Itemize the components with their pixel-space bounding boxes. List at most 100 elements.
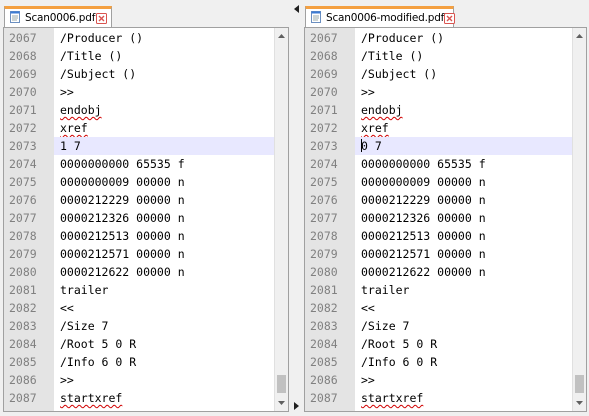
code-line[interactable]: 2074 0000000000 65535 f [4, 155, 274, 173]
line-text: 0000000009 00000 n [361, 175, 486, 189]
line-text: 0000212513 00000 n [60, 229, 185, 243]
left-tab-bar: Scan0006.pdf [0, 0, 292, 27]
pane-splitter[interactable] [292, 0, 301, 416]
right-tab-bar: Scan0006-modified.pdf [301, 0, 589, 27]
line-number: 2081 [305, 281, 355, 299]
line-text: 0000212229 00000 n [60, 193, 185, 207]
line-text: startxref [60, 391, 123, 405]
code-line[interactable]: 2075 0000000009 00000 n [4, 173, 274, 191]
line-text: xref [60, 121, 88, 135]
code-line[interactable]: 2071 endobj [4, 101, 274, 119]
line-number: 2067 [305, 29, 355, 47]
scroll-down-arrow-icon[interactable] [573, 395, 586, 411]
code-line[interactable]: 2073 1 7 [4, 137, 274, 155]
close-icon[interactable] [444, 12, 456, 24]
line-number: 2086 [4, 371, 54, 389]
code-line[interactable]: 2080 0000212622 00000 n [4, 263, 274, 281]
code-line[interactable]: 2083/Size 7 [4, 317, 274, 335]
code-line[interactable]: 2070 >> [305, 83, 572, 101]
scroll-up-arrow-icon[interactable] [275, 28, 288, 44]
code-line[interactable]: 2082 << [305, 299, 572, 317]
left-editor-pane: Scan0006.pdf 2067/Producer () 2068/Title … [0, 0, 292, 416]
code-line[interactable]: 2076 0000212229 00000 n [305, 191, 572, 209]
code-line[interactable]: 2079 0000212571 00000 n [4, 245, 274, 263]
line-number: 2068 [305, 47, 355, 65]
code-line[interactable]: 2067/Producer () [4, 29, 274, 47]
code-line[interactable]: 2072 xref [4, 119, 274, 137]
code-line[interactable]: 2085/Info 6 0 R [305, 353, 572, 371]
line-text: 0000212622 00000 n [60, 265, 185, 279]
code-line[interactable]: 2081 trailer [4, 281, 274, 299]
line-number: 2072 [305, 119, 355, 137]
line-text: << [60, 301, 74, 315]
code-line[interactable]: 2087 startxref [305, 389, 572, 407]
tab-scan0006[interactable]: Scan0006.pdf [4, 6, 112, 27]
code-line[interactable]: 2082 << [4, 299, 274, 317]
line-text: 0000212326 00000 n [60, 211, 185, 225]
code-line[interactable]: 2084/Root 5 0 R [4, 335, 274, 353]
code-line[interactable]: 2067/Producer () [305, 29, 572, 47]
line-number: 2082 [4, 299, 54, 317]
line-number: 2076 [305, 191, 355, 209]
code-line[interactable]: 2083/Size 7 [305, 317, 572, 335]
code-line[interactable]: 2086 >> [305, 371, 572, 389]
code-line[interactable]: 2068/Title () [305, 47, 572, 65]
line-text: 0000212571 00000 n [60, 247, 185, 261]
scroll-up-arrow-icon[interactable] [573, 28, 586, 44]
scrollbar-thumb[interactable] [575, 375, 584, 393]
line-text: 1 7 [60, 139, 81, 153]
code-line[interactable]: 2085/Info 6 0 R [4, 353, 274, 371]
scrollbar-thumb[interactable] [277, 375, 286, 393]
scroll-down-arrow-icon[interactable] [275, 395, 288, 411]
line-number: 2084 [4, 335, 54, 353]
code-line[interactable]: 2073 0 7 [305, 137, 572, 155]
code-line[interactable]: 2087 startxref [4, 389, 274, 407]
line-text: 0000212326 00000 n [361, 211, 486, 225]
notepad-file-icon [309, 9, 323, 28]
code-line[interactable]: 2078 0000212513 00000 n [305, 227, 572, 245]
tab-scan0006-modified[interactable]: Scan0006-modified.pdf [305, 6, 456, 28]
code-line[interactable]: 2077 0000212326 00000 n [4, 209, 274, 227]
code-line[interactable]: 2070 >> [4, 83, 274, 101]
line-number: 2074 [4, 155, 54, 173]
right-text-editor[interactable]: 2067/Producer () 2068/Title () 2069/Subjec… [304, 27, 587, 412]
text-caret [361, 139, 362, 152]
line-number: 2087 [4, 389, 54, 407]
code-line[interactable]: 2080 0000212622 00000 n [305, 263, 572, 281]
line-number: 2084 [305, 335, 355, 353]
close-icon[interactable] [96, 12, 107, 24]
vertical-scrollbar[interactable] [572, 28, 586, 411]
line-number: 2073 [305, 137, 355, 155]
left-text-editor[interactable]: 2067/Producer () 2068/Title () 2069/Subjec… [3, 27, 289, 412]
code-line[interactable]: 2086 >> [4, 371, 274, 389]
code-line[interactable]: 2072 xref [305, 119, 572, 137]
line-number: 2085 [305, 353, 355, 371]
line-number: 2080 [4, 263, 54, 281]
splitter-left-arrow-icon[interactable] [293, 4, 300, 13]
code-line[interactable]: 2068/Title () [4, 47, 274, 65]
line-text: trailer [60, 283, 109, 297]
splitter-right-arrow-icon[interactable] [293, 401, 300, 410]
line-text: 0000000009 00000 n [60, 175, 185, 189]
code-line[interactable]: 2078 0000212513 00000 n [4, 227, 274, 245]
code-line[interactable]: 2075 0000000009 00000 n [305, 173, 572, 191]
code-line[interactable]: 2077 0000212326 00000 n [305, 209, 572, 227]
code-line[interactable]: 2071 endobj [305, 101, 572, 119]
vertical-scrollbar[interactable] [274, 28, 288, 411]
line-text: trailer [361, 283, 410, 297]
line-text: /Subject () [361, 67, 438, 81]
line-number: 2086 [305, 371, 355, 389]
code-line[interactable]: 2074 0000000000 65535 f [305, 155, 572, 173]
line-number: 2083 [4, 317, 54, 335]
code-line[interactable]: 2069/Subject () [305, 65, 572, 83]
code-line[interactable]: 2081 trailer [305, 281, 572, 299]
code-line[interactable]: 2084/Root 5 0 R [305, 335, 572, 353]
line-text: /Info 6 0 R [60, 355, 137, 369]
code-line[interactable]: 2069/Subject () [4, 65, 274, 83]
line-text: 0000212229 00000 n [361, 193, 486, 207]
line-number: 2080 [305, 263, 355, 281]
code-line[interactable]: 2076 0000212229 00000 n [4, 191, 274, 209]
line-number: 2078 [4, 227, 54, 245]
code-line[interactable]: 2079 0000212571 00000 n [305, 245, 572, 263]
notepad-file-icon [8, 9, 22, 28]
